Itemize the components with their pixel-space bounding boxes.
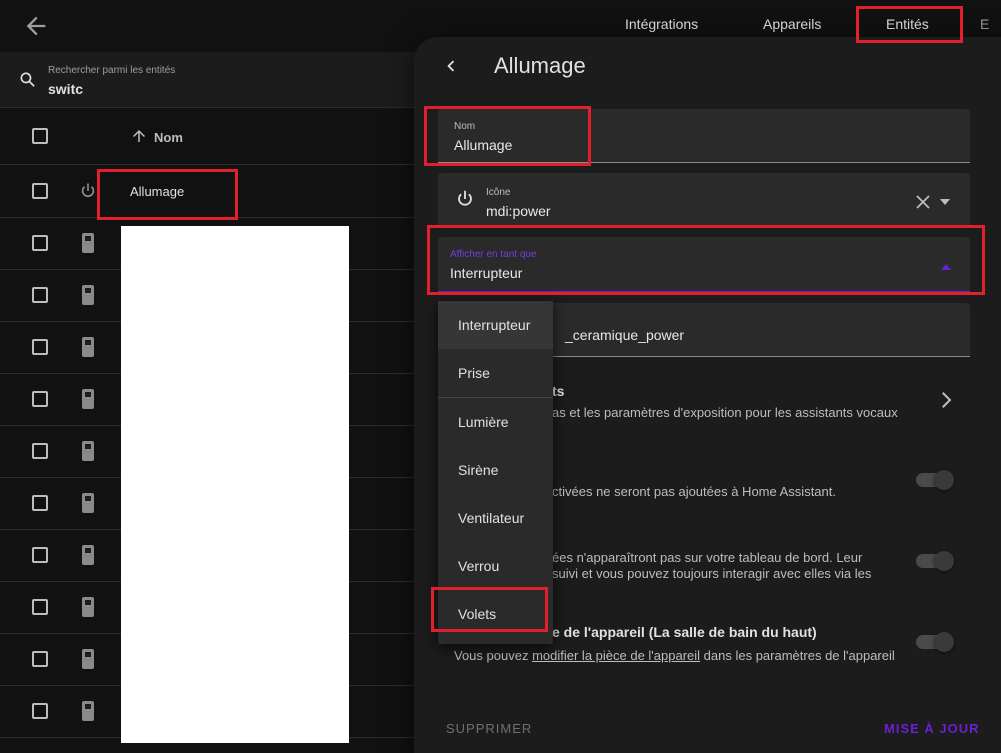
power-icon [458, 190, 472, 206]
chevron-left-icon[interactable] [440, 55, 462, 77]
display-as-menu: Interrupteur Prise Lumière Sirène Ventil… [438, 301, 553, 644]
area-title: e de l'appareil (La salle de bain du hau… [552, 624, 817, 640]
row-checkbox[interactable] [32, 651, 48, 667]
sort-arrow-up-icon[interactable] [130, 127, 148, 145]
tab-integrations[interactable]: Intégrations [625, 16, 698, 32]
enabled-toggle[interactable] [916, 470, 954, 490]
row-checkbox[interactable] [32, 703, 48, 719]
column-header-name[interactable]: Nom [154, 130, 183, 145]
display-as-label: Afficher en tant que [450, 249, 537, 260]
chevron-right-icon[interactable] [939, 392, 953, 408]
icon-field[interactable]: Icône mdi:power [438, 173, 970, 227]
voice-assistants-desc: as et les paramètres d'exposition pour l… [552, 405, 898, 420]
switch-icon [82, 597, 94, 617]
name-field[interactable]: Nom Allumage [438, 109, 970, 163]
area-desc-after: dans les paramètres de l'appareil [703, 648, 895, 663]
display-as-select[interactable]: Afficher en tant que Interrupteur [438, 237, 970, 293]
switch-icon [82, 545, 94, 565]
switch-icon [82, 441, 94, 461]
tab-devices[interactable]: Appareils [763, 16, 821, 32]
name-field-label: Nom [454, 121, 476, 132]
menu-item-ventilateur[interactable]: Ventilateur [438, 494, 553, 542]
back-arrow-icon[interactable] [22, 12, 50, 40]
row-checkbox[interactable] [32, 287, 48, 303]
entity-id-input[interactable]: _ceramique_power [565, 327, 684, 343]
menu-item-verrou[interactable]: Verrou [438, 542, 553, 590]
menu-item-volets[interactable]: Volets [438, 590, 553, 638]
menu-item-interrupteur[interactable]: Interrupteur [438, 301, 553, 349]
switch-icon [82, 233, 94, 253]
switch-icon [82, 389, 94, 409]
row-checkbox[interactable] [32, 495, 48, 511]
redacted-area [121, 226, 349, 743]
visible-toggle[interactable] [916, 551, 954, 571]
name-input[interactable]: Allumage [454, 137, 512, 153]
visible-desc-line1: ées n'apparaîtront pas sur votre tableau… [552, 550, 863, 565]
search-label: Rechercher parmi les entités [48, 65, 176, 76]
voice-assistants-title[interactable]: ts [552, 383, 564, 399]
row-checkbox[interactable] [32, 547, 48, 563]
row-checkbox[interactable] [32, 183, 48, 199]
icon-field-label: Icône [486, 187, 511, 198]
icon-input[interactable]: mdi:power [486, 203, 551, 219]
switch-icon [82, 701, 94, 721]
row-checkbox[interactable] [32, 235, 48, 251]
delete-button[interactable]: SUPPRIMER [446, 721, 532, 736]
dropdown-arrow-icon[interactable] [940, 199, 950, 205]
display-as-value[interactable]: Interrupteur [450, 265, 522, 281]
enabled-desc: ctivées ne seront pas ajoutées à Home As… [552, 484, 836, 499]
switch-icon [82, 493, 94, 513]
switch-icon [82, 285, 94, 305]
close-icon[interactable] [916, 195, 930, 209]
area-toggle[interactable] [916, 632, 954, 652]
row-checkbox[interactable] [32, 339, 48, 355]
area-desc-before: Vous pouvez [454, 648, 529, 663]
tab-entities[interactable]: Entités [886, 16, 929, 32]
switch-icon [82, 337, 94, 357]
tab-more[interactable]: E [980, 16, 989, 32]
switch-icon [82, 649, 94, 669]
row-checkbox[interactable] [32, 443, 48, 459]
menu-item-lumiere[interactable]: Lumière [438, 398, 553, 446]
select-all-checkbox[interactable] [32, 128, 48, 144]
menu-item-sirene[interactable]: Sirène [438, 446, 553, 494]
visible-desc-line2: suivi et vous pouvez toujours interagir … [552, 566, 872, 581]
search-icon [20, 72, 35, 87]
row-name: Allumage [130, 184, 185, 199]
dialog-title: Allumage [494, 53, 586, 78]
update-button[interactable]: MISE À JOUR [884, 721, 980, 736]
search-input[interactable]: switc [48, 81, 83, 97]
row-checkbox[interactable] [32, 599, 48, 615]
power-icon [81, 183, 95, 198]
area-desc: Vous pouvez modifier la pièce de l'appar… [454, 648, 895, 663]
dropdown-arrow-up-icon[interactable] [941, 264, 951, 270]
modify-area-link[interactable]: modifier la pièce de l'appareil [532, 648, 700, 663]
menu-item-prise[interactable]: Prise [438, 349, 553, 397]
row-checkbox[interactable] [32, 391, 48, 407]
